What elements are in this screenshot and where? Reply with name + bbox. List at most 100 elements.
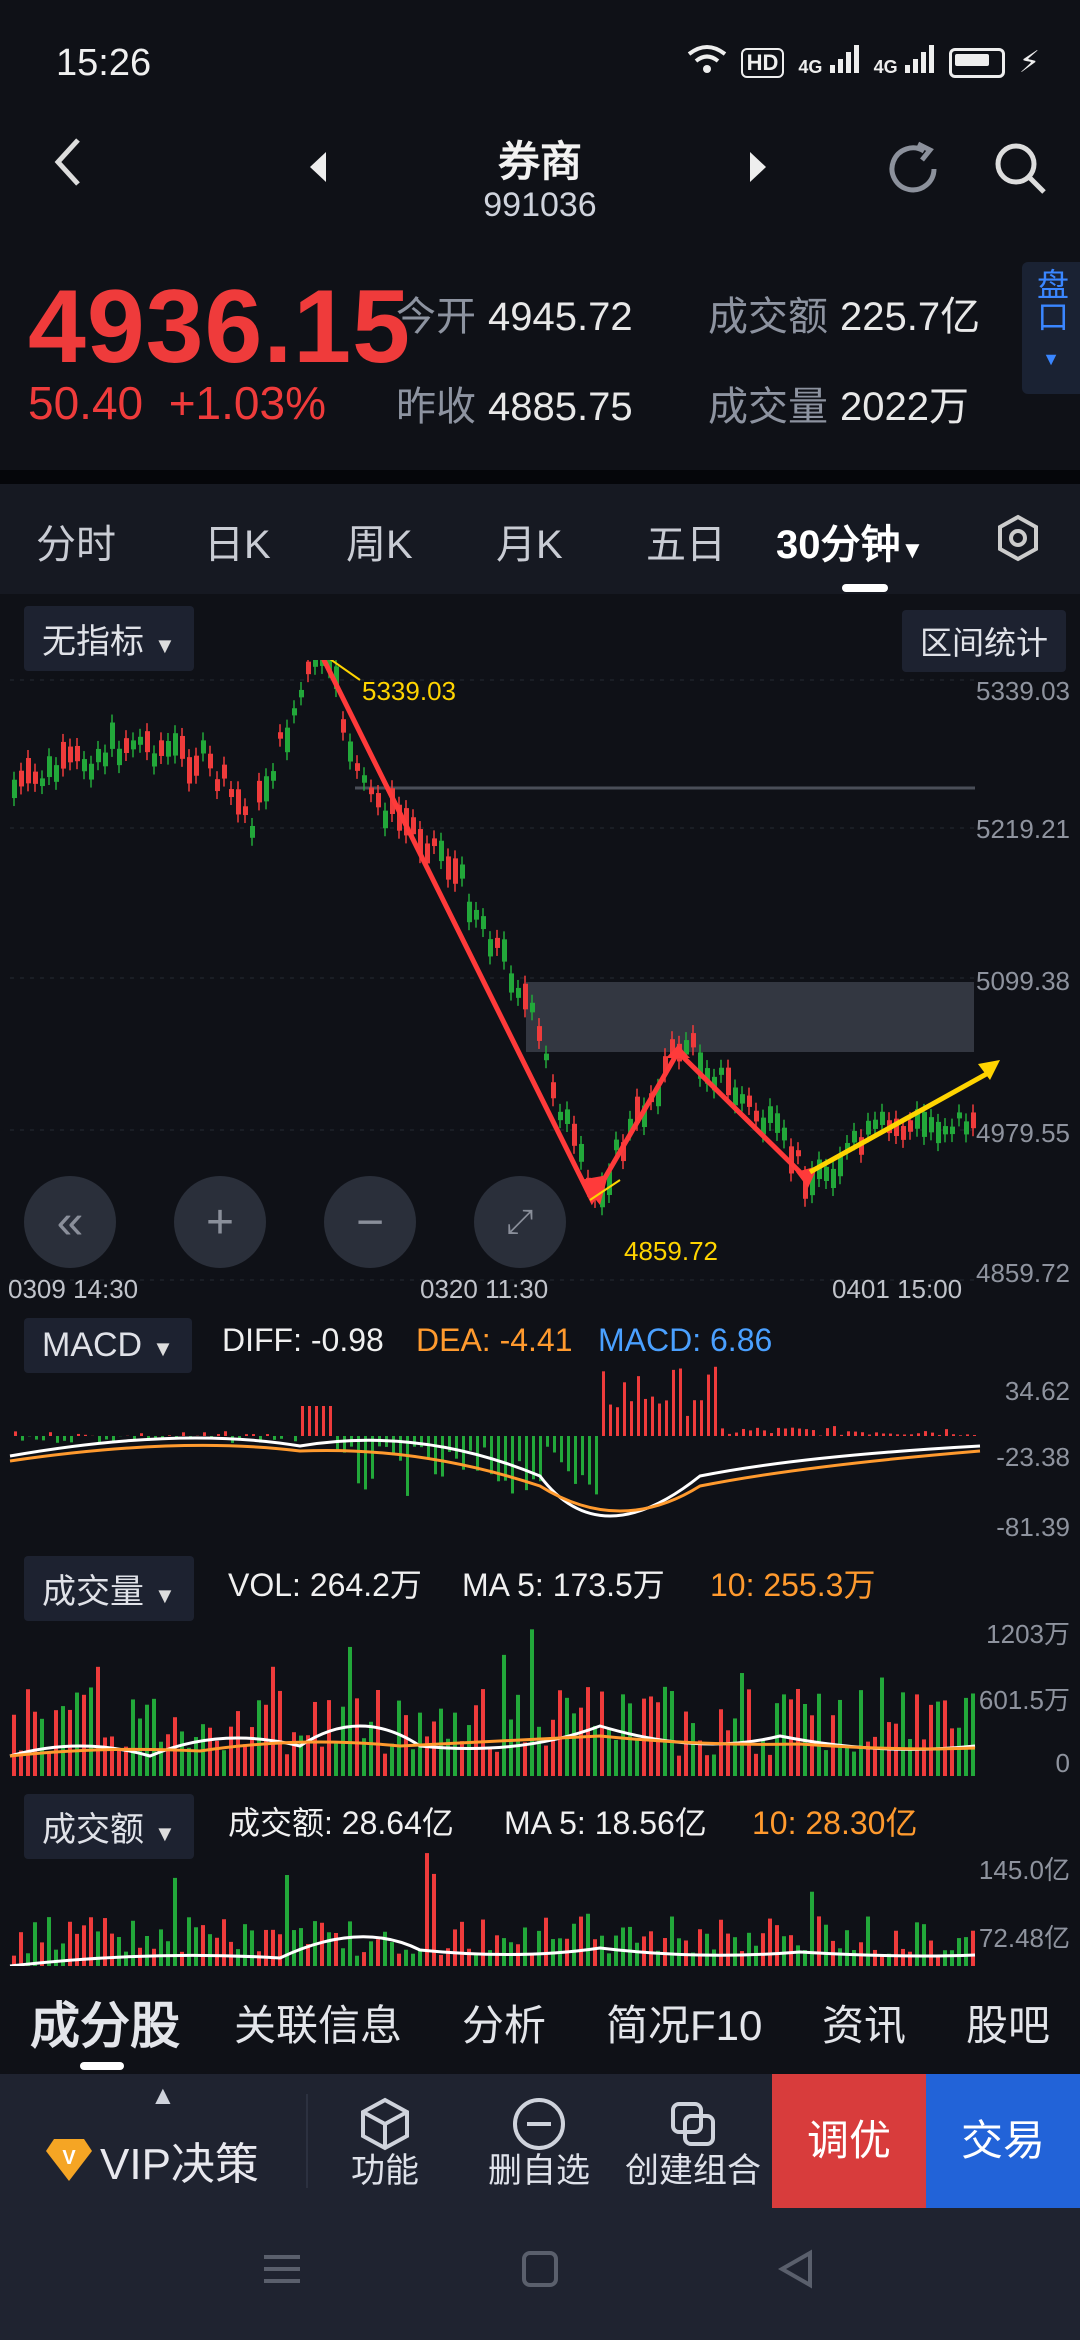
amount-bar — [768, 1918, 772, 1966]
amount-bar — [110, 1933, 114, 1966]
tab-intraday[interactable]: 分时 — [36, 512, 116, 570]
amount-bar — [600, 1935, 604, 1966]
macd-bar — [889, 1433, 892, 1436]
remove-watchlist-button[interactable]: 删自选 — [474, 2074, 604, 2208]
volume-bar — [334, 1743, 338, 1776]
macd-bar — [56, 1436, 59, 1443]
candle-body — [824, 1166, 829, 1181]
macd-bar — [714, 1366, 717, 1436]
macd-bar — [105, 1436, 108, 1440]
candle-body — [362, 775, 367, 783]
tab-constituents[interactable]: 成分股 — [30, 1986, 180, 2058]
volume-bar — [698, 1740, 702, 1776]
volume-bar — [383, 1753, 387, 1776]
create-combo-button[interactable]: 创建组合 — [618, 2074, 768, 2208]
macd-bar — [273, 1436, 276, 1440]
fullscreen-icon[interactable]: ⤢ — [474, 1176, 566, 1268]
vip-decision-button[interactable]: ▲ V VIP决策 — [40, 2074, 290, 2208]
candle-body — [264, 776, 269, 802]
tab-monthly-k[interactable]: 月K — [496, 512, 563, 570]
macd-bar — [609, 1404, 612, 1436]
pankou-button[interactable]: 盘口 ▼ — [1022, 262, 1080, 394]
volume-bar — [250, 1727, 254, 1776]
amount-bar — [250, 1930, 254, 1966]
tab-analysis[interactable]: 分析 — [462, 1992, 546, 2053]
candle-body — [299, 689, 304, 698]
next-stock-icon[interactable] — [746, 150, 770, 189]
candle-body — [222, 764, 227, 779]
function-button[interactable]: 功能 — [320, 2074, 450, 2208]
candle-body — [33, 771, 38, 784]
tune-button[interactable]: 调优 — [772, 2074, 926, 2208]
volume-bar — [502, 1654, 506, 1776]
volume-bar — [880, 1677, 884, 1776]
candle-body — [754, 1110, 759, 1122]
trade-button[interactable]: 交易 — [926, 2074, 1080, 2208]
tab-weekly-k[interactable]: 周K — [346, 512, 413, 570]
candle-body — [138, 736, 143, 745]
amount-bar — [929, 1940, 933, 1966]
settings-icon[interactable] — [994, 514, 1042, 567]
volume-bar — [320, 1746, 324, 1776]
candle-body — [453, 858, 458, 884]
amount-bar — [866, 1916, 870, 1966]
macd-bar — [910, 1434, 913, 1436]
volume-bar — [530, 1629, 534, 1776]
macd-bar — [77, 1433, 80, 1436]
candle-body — [726, 1067, 731, 1096]
amount-bar — [782, 1936, 786, 1966]
chevron-down-icon: ▼ — [154, 633, 176, 658]
tab-news[interactable]: 资讯 — [822, 1992, 906, 2053]
zoom-in-button[interactable]: + — [174, 1176, 266, 1268]
candle-body — [278, 732, 283, 739]
candle-body — [383, 810, 388, 829]
tab-five-day[interactable]: 五日 — [646, 512, 726, 570]
macd-bar — [469, 1436, 472, 1451]
tab-f10[interactable]: 简况F10 — [606, 1992, 762, 2053]
tab-30min[interactable]: 30分钟▼ — [776, 512, 924, 570]
macd-bar — [763, 1430, 766, 1436]
macd-bar — [805, 1429, 808, 1436]
candle-body — [75, 745, 80, 762]
amount-bar — [131, 1920, 135, 1966]
volume-bar — [754, 1753, 758, 1776]
volume-bar — [677, 1755, 681, 1776]
menu-icon[interactable] — [262, 2246, 302, 2301]
candle-body — [775, 1113, 780, 1133]
candle-body — [936, 1121, 941, 1144]
candle-body — [369, 787, 374, 795]
macd-select[interactable]: MACD ▼ — [24, 1318, 192, 1373]
candle-body — [572, 1123, 577, 1146]
volume-bar — [551, 1719, 555, 1776]
signal-icon: 4G — [798, 45, 859, 80]
tab-forum[interactable]: 股吧 — [966, 1992, 1050, 2053]
amount-bar — [957, 1938, 961, 1966]
candle-body — [551, 1082, 556, 1099]
candle-body — [691, 1033, 696, 1048]
macd-bar — [854, 1431, 857, 1436]
stock-header: 券商 991036 — [0, 120, 1080, 240]
zoom-out-button[interactable]: − — [324, 1176, 416, 1268]
amount-bar — [481, 1919, 485, 1966]
amount-bar — [362, 1952, 366, 1966]
volume-bar — [852, 1751, 856, 1776]
back-nav-icon[interactable] — [776, 2246, 816, 2301]
refresh-icon[interactable] — [884, 140, 942, 203]
macd-bar — [938, 1434, 941, 1436]
home-icon[interactable] — [520, 2246, 560, 2301]
fast-back-button[interactable]: « — [24, 1176, 116, 1268]
macd-diff-line — [9, 1436, 981, 1518]
candle-body — [446, 856, 451, 880]
tab-related[interactable]: 关联信息 — [234, 1992, 402, 2053]
amt-ma5: MA 5: 18.56亿 — [504, 1805, 707, 1841]
amount-bar — [810, 1891, 814, 1966]
candle-body — [40, 778, 45, 787]
macd-bar — [868, 1434, 871, 1436]
amount-bar — [159, 1929, 163, 1966]
svg-text:V: V — [62, 2147, 76, 2169]
candle-body — [565, 1109, 570, 1124]
search-icon[interactable] — [992, 140, 1050, 203]
macd-bar — [280, 1436, 283, 1439]
macd-bar — [42, 1436, 45, 1441]
tab-daily-k[interactable]: 日K — [204, 512, 271, 570]
